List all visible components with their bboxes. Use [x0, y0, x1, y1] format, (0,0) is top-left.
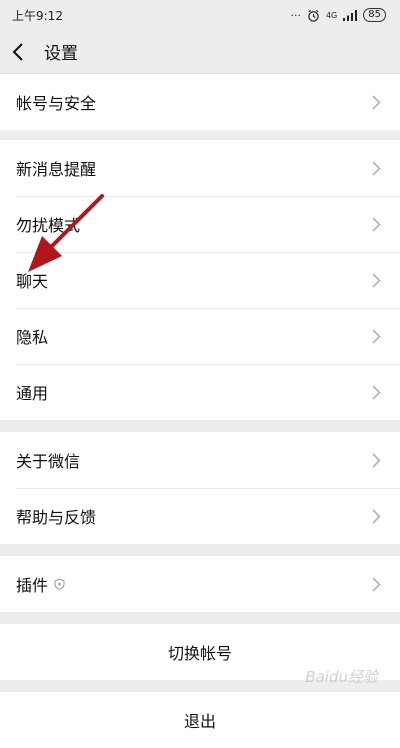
signal-icon [343, 9, 358, 21]
page-title: 设置 [44, 44, 78, 64]
settings-item-general[interactable]: 通用 [0, 364, 400, 420]
chevron-right-icon [372, 507, 384, 525]
settings-item-chat[interactable]: 聊天 [0, 252, 400, 308]
settings-group-general: 新消息提醒 勿扰模式 聊天 隐私 通用 [0, 140, 400, 420]
chevron-right-icon [372, 93, 384, 111]
status-icons: ··· 4G 85 [290, 8, 386, 22]
settings-item-label: 通用 [16, 384, 49, 403]
settings-item-notifications[interactable]: 新消息提醒 [0, 140, 400, 196]
status-bar: 上午9:12 ··· 4G 85 [0, 0, 400, 30]
settings-group-account: 帐号与安全 [0, 74, 400, 130]
chevron-right-icon [372, 327, 384, 345]
settings-group-about: 关于微信 帮助与反馈 [0, 432, 400, 544]
settings-item-label: 勿扰模式 [16, 216, 81, 235]
switch-account-label: 切换帐号 [167, 644, 232, 663]
logout-button[interactable]: 退出 [0, 692, 400, 748]
settings-item-account-security[interactable]: 帐号与安全 [0, 74, 400, 130]
chevron-right-icon [372, 383, 384, 401]
chevron-right-icon [372, 575, 384, 593]
dots-icon: ··· [290, 8, 301, 22]
settings-item-label: 关于微信 [16, 452, 81, 471]
chevron-left-icon [12, 42, 23, 61]
shield-icon [54, 578, 65, 590]
settings-item-do-not-disturb[interactable]: 勿扰模式 [0, 196, 400, 252]
settings-item-label: 新消息提醒 [16, 160, 97, 179]
settings-item-label-wrap: 插件 [16, 572, 65, 596]
settings-item-plugins[interactable]: 插件 [0, 556, 400, 612]
settings-item-help-feedback[interactable]: 帮助与反馈 [0, 488, 400, 544]
chevron-right-icon [372, 271, 384, 289]
chevron-right-icon [372, 159, 384, 177]
battery-indicator: 85 [363, 8, 386, 22]
settings-item-privacy[interactable]: 隐私 [0, 308, 400, 364]
status-time: 上午9:12 [12, 8, 63, 23]
settings-item-label: 插件 [16, 576, 49, 595]
settings-item-label: 隐私 [16, 328, 49, 347]
back-button[interactable] [12, 41, 34, 63]
chevron-right-icon [372, 451, 384, 469]
alarm-icon [308, 9, 319, 22]
settings-item-about-wechat[interactable]: 关于微信 [0, 432, 400, 488]
network-label: 4G [325, 10, 338, 20]
settings-group-plugins: 插件 [0, 556, 400, 612]
logout-label: 退出 [183, 712, 216, 731]
nav-bar: 设置 [0, 30, 400, 74]
settings-item-label: 帐号与安全 [16, 94, 97, 113]
chevron-right-icon [372, 215, 384, 233]
settings-item-label: 帮助与反馈 [16, 508, 97, 527]
settings-item-label: 聊天 [16, 272, 49, 291]
watermark: Baidu经验 [305, 668, 378, 686]
